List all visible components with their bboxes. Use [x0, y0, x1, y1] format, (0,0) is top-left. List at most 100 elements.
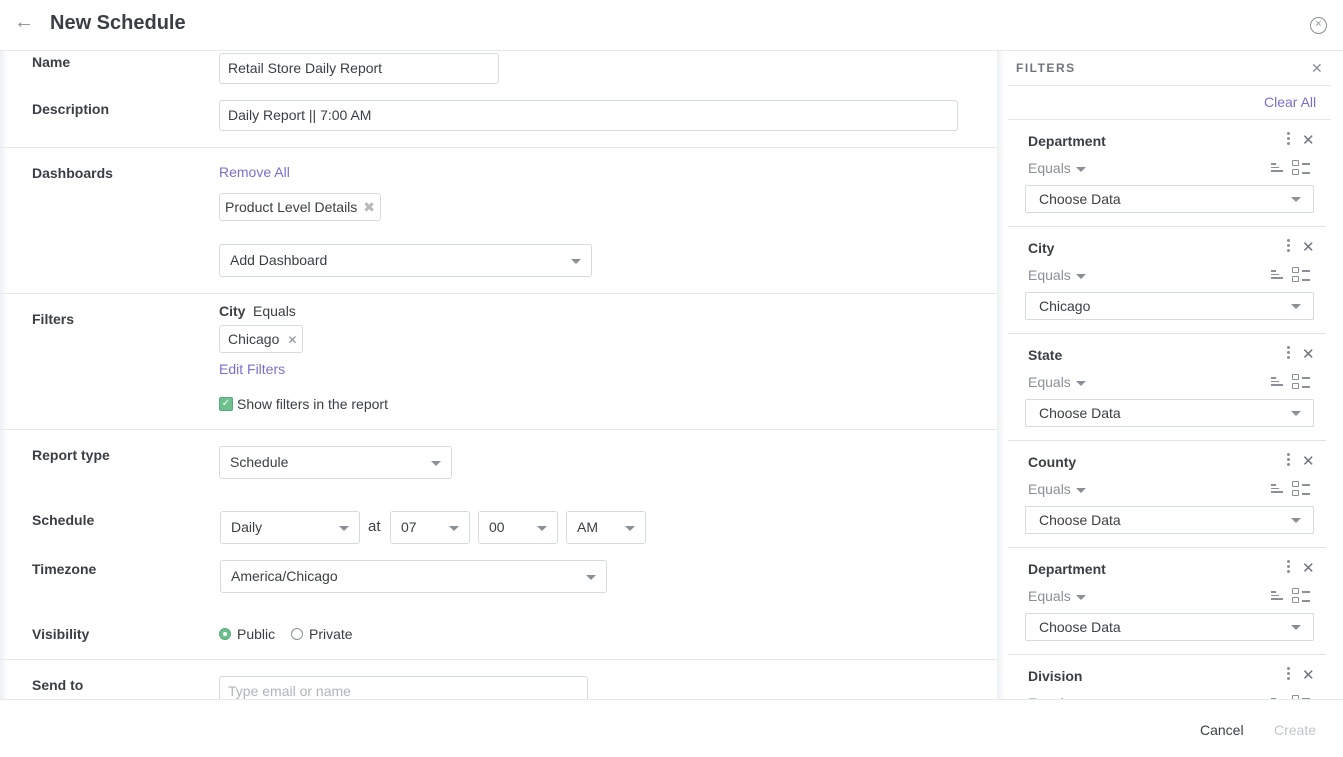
- name-input[interactable]: Retail Store Daily Report: [219, 53, 499, 84]
- arrow-left-icon[interactable]: ←: [14, 11, 34, 34]
- filter-value-select[interactable]: Choose Data: [1025, 506, 1314, 534]
- sort-icon[interactable]: [1271, 484, 1283, 494]
- sort-icon[interactable]: [1271, 377, 1283, 387]
- description-input[interactable]: Daily Report || 7:00 AM: [219, 100, 958, 131]
- frequency-select[interactable]: Daily: [220, 511, 360, 544]
- remove-filter-icon[interactable]: ✕: [1302, 666, 1315, 684]
- hour-value: 07: [401, 519, 417, 535]
- filters-panel: FILTERS ✕ Clear All Department ✕ Equals …: [997, 51, 1343, 699]
- close-circle-icon[interactable]: ×: [1310, 17, 1327, 34]
- hour-select[interactable]: 07: [390, 511, 470, 544]
- edit-filters-link[interactable]: Edit Filters: [219, 361, 285, 377]
- sort-icon[interactable]: [1271, 591, 1283, 601]
- section-dashboards: Dashboards Remove All Product Level Deta…: [0, 148, 997, 294]
- dashboards-label: Dashboards: [32, 165, 113, 181]
- dashboard-chip: Product Level Details ✖: [219, 193, 382, 221]
- checklist-icon[interactable]: [1292, 374, 1310, 390]
- filter-value-select[interactable]: Choose Data: [1025, 399, 1314, 427]
- remove-filter-icon[interactable]: ✕: [1302, 559, 1315, 577]
- filter-card: Division ✕ Equals: [1008, 655, 1326, 699]
- section-scheduling: Report type Schedule Schedule Daily at 0…: [0, 430, 997, 660]
- filter-value-select[interactable]: Choose Data: [1025, 613, 1314, 641]
- more-options-icon[interactable]: [1287, 346, 1291, 362]
- filter-name: Division: [1028, 668, 1083, 684]
- at-label: at: [368, 518, 381, 535]
- show-filters-checkbox[interactable]: ✓: [219, 397, 233, 411]
- close-panel-icon[interactable]: ✕: [1311, 60, 1323, 77]
- more-options-icon[interactable]: [1287, 239, 1291, 255]
- remove-chip-icon[interactable]: ✖: [363, 199, 375, 215]
- chevron-down-icon: [571, 259, 581, 264]
- timezone-select[interactable]: America/Chicago: [220, 560, 607, 593]
- dashboard-chip-label: Product Level Details: [225, 199, 358, 215]
- chevron-down-icon: [339, 526, 349, 531]
- filter-operator-dropdown[interactable]: Equals: [1028, 374, 1086, 390]
- filter-operator-label: Equals: [1028, 588, 1071, 604]
- panel-divider: [1008, 85, 1331, 86]
- send-to-input[interactable]: Type email or name: [219, 676, 588, 699]
- sort-icon[interactable]: [1271, 270, 1283, 280]
- remove-filter-icon[interactable]: ✕: [1302, 345, 1315, 363]
- visibility-public-radio[interactable]: [219, 628, 231, 640]
- filter-operator-dropdown[interactable]: Equals: [1028, 588, 1086, 604]
- filter-operator-dropdown[interactable]: Equals: [1028, 481, 1086, 497]
- remove-all-link[interactable]: Remove All: [219, 164, 290, 180]
- filter-field-name: City: [219, 303, 246, 319]
- filter-operator: Equals: [253, 303, 296, 319]
- checklist-icon[interactable]: [1292, 481, 1310, 497]
- chevron-down-icon: [431, 461, 441, 466]
- more-options-icon[interactable]: [1287, 667, 1291, 683]
- report-type-label: Report type: [32, 447, 110, 463]
- chevron-down-icon: [1291, 518, 1301, 523]
- filter-value-text: Choose Data: [1039, 405, 1121, 421]
- add-dashboard-select[interactable]: Add Dashboard: [219, 244, 592, 277]
- visibility-private-label: Private: [309, 626, 353, 642]
- filter-operator-label: Equals: [1028, 374, 1071, 390]
- checklist-icon[interactable]: [1292, 160, 1310, 176]
- filter-value-text: Choose Data: [1039, 512, 1121, 528]
- remove-filter-icon[interactable]: ✕: [1302, 131, 1315, 149]
- add-dashboard-placeholder: Add Dashboard: [230, 252, 328, 268]
- chevron-down-icon: [1291, 411, 1301, 416]
- checklist-icon[interactable]: [1292, 267, 1310, 283]
- filter-value-text: Chicago: [1039, 298, 1091, 314]
- create-button[interactable]: Create: [1274, 722, 1316, 738]
- filter-operator-dropdown[interactable]: Equals: [1028, 160, 1086, 176]
- filter-value-label: Chicago: [228, 331, 280, 347]
- send-to-label: Send to: [32, 677, 84, 693]
- cancel-button[interactable]: Cancel: [1200, 722, 1244, 738]
- meridiem-value: AM: [577, 519, 598, 535]
- filter-value-text: Choose Data: [1039, 619, 1121, 635]
- section-filters: Filters City Equals Chicago ✕ Edit Filter…: [0, 294, 997, 430]
- remove-filter-icon[interactable]: ✕: [1302, 452, 1315, 470]
- filters-label: Filters: [32, 311, 75, 327]
- minute-select[interactable]: 00: [478, 511, 558, 544]
- filter-operator-dropdown[interactable]: Equals: [1028, 267, 1086, 283]
- header: ← New Schedule ×: [0, 0, 1343, 51]
- sort-icon[interactable]: [1271, 163, 1283, 173]
- clear-all-link[interactable]: Clear All: [1264, 94, 1316, 110]
- chevron-down-icon: [537, 526, 547, 531]
- filter-value-select[interactable]: Chicago: [1025, 292, 1314, 320]
- filter-value-select[interactable]: Choose Data: [1025, 185, 1314, 213]
- more-options-icon[interactable]: [1287, 453, 1291, 469]
- remove-filter-value-icon[interactable]: ✕: [287, 333, 297, 347]
- footer: Cancel Create: [0, 699, 1343, 757]
- filter-name: County: [1028, 454, 1077, 470]
- filter-name: Department: [1028, 561, 1106, 577]
- filters-panel-title: FILTERS: [1016, 61, 1076, 75]
- meridiem-select[interactable]: AM: [566, 511, 646, 544]
- checklist-icon[interactable]: [1292, 588, 1310, 604]
- filter-card: State ✕ Equals Choose Data: [1008, 334, 1326, 441]
- chevron-down-icon: [1291, 304, 1301, 309]
- description-label: Description: [32, 101, 110, 117]
- visibility-private-radio[interactable]: [291, 628, 303, 640]
- name-label: Name: [32, 54, 71, 70]
- more-options-icon[interactable]: [1287, 560, 1291, 576]
- report-type-select[interactable]: Schedule: [219, 446, 452, 479]
- more-options-icon[interactable]: [1287, 132, 1291, 148]
- remove-filter-icon[interactable]: ✕: [1302, 238, 1315, 256]
- filter-operator-label: Equals: [1028, 267, 1071, 283]
- chevron-down-icon: [1075, 273, 1086, 279]
- visibility-label: Visibility: [32, 626, 90, 642]
